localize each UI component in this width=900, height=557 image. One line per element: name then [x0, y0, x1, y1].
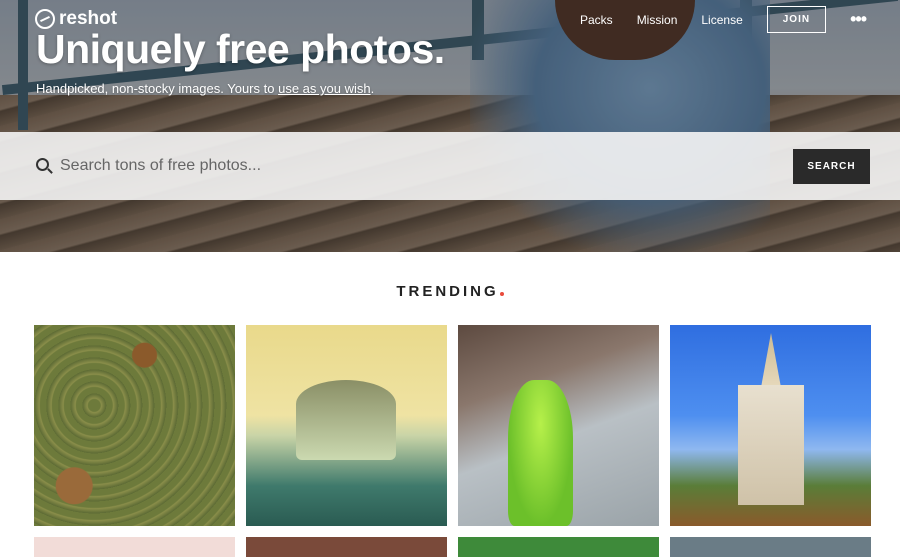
search-input[interactable]	[60, 152, 760, 180]
top-nav: Packs Mission License JOIN •••	[580, 6, 867, 33]
nav-link-mission[interactable]: Mission	[637, 13, 678, 27]
search-bar: SEARCH	[0, 132, 900, 200]
photo-thumbnail[interactable]	[246, 537, 447, 557]
nav-link-license[interactable]: License	[701, 13, 742, 27]
green-raincoat-rainy-window-photo[interactable]	[458, 325, 659, 526]
search-icon	[36, 158, 49, 171]
photo-thumbnail[interactable]	[458, 537, 659, 557]
trending-heading: TRENDING	[0, 283, 900, 300]
more-menu-icon[interactable]: •••	[850, 9, 867, 30]
join-button[interactable]: JOIN	[766, 6, 827, 33]
tigers-in-grass-photo[interactable]	[34, 325, 235, 526]
temple-spire-photo[interactable]	[670, 325, 871, 526]
accent-dot	[499, 292, 504, 296]
hero-headline: Uniquely free photos.	[36, 26, 445, 72]
photo-thumbnail[interactable]	[670, 537, 871, 557]
nav-link-packs[interactable]: Packs	[580, 13, 613, 27]
search-button[interactable]: SEARCH	[793, 149, 870, 184]
use-as-you-wish-link[interactable]: use as you wish	[278, 81, 371, 96]
domed-building-photo[interactable]	[246, 325, 447, 526]
photo-thumbnail[interactable]	[34, 537, 235, 557]
hero-subline: Handpicked, non-stocky images. Yours to …	[36, 81, 375, 96]
